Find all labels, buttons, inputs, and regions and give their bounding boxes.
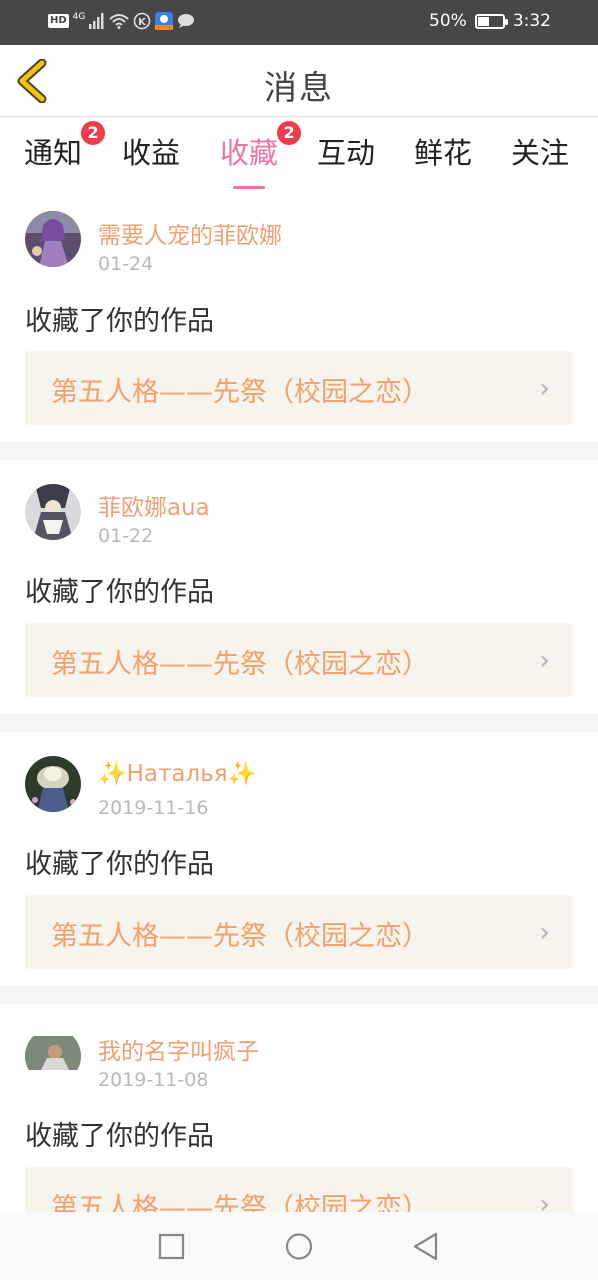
username[interactable]: 需要人宠的菲欧娜 bbox=[98, 216, 282, 250]
header: 消息 bbox=[0, 45, 598, 117]
work-link[interactable]: 第五人格——先祭（校园之恋） › bbox=[25, 623, 573, 697]
action-text: 收藏了你的作品 bbox=[25, 1121, 214, 1152]
k-icon: K bbox=[134, 12, 151, 30]
tab-label: 收藏 bbox=[220, 136, 279, 170]
username[interactable]: 菲欧娜aua bbox=[98, 488, 210, 522]
work-link[interactable]: 第五人格——先祭（校园之恋） › bbox=[25, 1167, 573, 1212]
work-title: 第五人格——先祭（校园之恋） bbox=[51, 377, 429, 408]
signal-icon bbox=[89, 13, 104, 29]
action-text: 收藏了你的作品 bbox=[25, 849, 214, 880]
tab-label: 收益 bbox=[122, 136, 181, 170]
svg-text:K: K bbox=[139, 17, 148, 28]
message-date: 01-24 bbox=[98, 253, 154, 275]
username[interactable]: 我的名字叫疯子 bbox=[98, 1032, 259, 1066]
avatar[interactable] bbox=[25, 211, 81, 267]
tab-follows[interactable]: 关注 bbox=[511, 130, 569, 172]
chevron-right-icon: › bbox=[539, 1189, 550, 1212]
username[interactable]: ✨Наталья✨ bbox=[98, 760, 256, 787]
tab-favorites[interactable]: 收藏 2 bbox=[220, 121, 302, 189]
status-time: 3:32 bbox=[512, 11, 551, 31]
message-card: 菲欧娜aua 01-22 收藏了你的作品 第五人格——先祭（校园之恋） › bbox=[0, 460, 598, 714]
recent-apps-button[interactable] bbox=[154, 1230, 188, 1264]
tab-notifications[interactable]: 通知 2 bbox=[24, 121, 106, 172]
sparkles-icon: ✨ bbox=[98, 761, 127, 787]
work-title: 第五人格——先祭（校园之恋） bbox=[51, 921, 429, 952]
tab-earnings[interactable]: 收益 bbox=[122, 130, 180, 172]
battery-percent: 50% bbox=[429, 11, 467, 31]
work-title: 第五人格——先祭（校园之恋） bbox=[51, 1193, 429, 1212]
work-link[interactable]: 第五人格——先祭（校园之恋） › bbox=[25, 895, 573, 969]
message-date: 2019-11-08 bbox=[98, 1069, 209, 1091]
battery-icon bbox=[474, 13, 508, 29]
tab-label: 互动 bbox=[317, 136, 376, 170]
circle-home-icon bbox=[285, 1233, 313, 1260]
triangle-back-icon bbox=[413, 1232, 438, 1261]
app-notification-icon bbox=[155, 12, 174, 30]
home-button[interactable] bbox=[282, 1230, 316, 1264]
action-text: 收藏了你的作品 bbox=[25, 577, 214, 608]
action-text: 收藏了你的作品 bbox=[25, 306, 214, 337]
username-text: Наталья bbox=[126, 761, 228, 787]
square-recent-icon bbox=[158, 1233, 185, 1260]
tab-label: 鲜花 bbox=[414, 136, 473, 170]
message-date: 01-22 bbox=[98, 525, 154, 547]
tab-label: 关注 bbox=[511, 136, 570, 170]
status-right: 50% 3:32 bbox=[429, 11, 551, 31]
tab-bar: 通知 2 收益 收藏 2 互动 鲜花 关注 bbox=[0, 118, 598, 190]
battery-fill bbox=[477, 16, 489, 26]
chat-bubble-icon bbox=[178, 14, 195, 28]
active-tab-indicator bbox=[233, 186, 265, 189]
message-card: 我的名字叫疯子 2019-11-08 收藏了你的作品 第五人格——先祭（校园之恋… bbox=[0, 1004, 598, 1212]
chevron-right-icon: › bbox=[539, 917, 550, 948]
sparkles-icon: ✨ bbox=[227, 761, 257, 787]
work-link[interactable]: 第五人格——先祭（校园之恋） › bbox=[25, 351, 573, 425]
avatar[interactable] bbox=[25, 756, 81, 812]
avatar[interactable] bbox=[25, 1028, 81, 1084]
system-back-button[interactable] bbox=[409, 1230, 443, 1264]
unread-badge: 2 bbox=[81, 121, 106, 145]
network-type-label: 4G bbox=[72, 11, 86, 22]
unread-badge: 2 bbox=[277, 121, 302, 145]
system-nav-bar bbox=[0, 1212, 598, 1280]
status-bar: HD 4G K 50% 3:32 bbox=[0, 0, 598, 45]
tab-flowers[interactable]: 鲜花 bbox=[414, 130, 472, 172]
hd-badge: HD bbox=[48, 14, 69, 28]
status-left-icons: HD 4G K bbox=[48, 12, 195, 30]
page-title: 消息 bbox=[264, 68, 334, 107]
tab-interactions[interactable]: 互动 bbox=[317, 130, 375, 172]
message-card: ✨Наталья✨ 2019-11-16 收藏了你的作品 第五人格——先祭（校园… bbox=[0, 732, 598, 986]
message-date: 2019-11-16 bbox=[98, 797, 209, 819]
tab-label: 通知 bbox=[24, 136, 83, 170]
work-title: 第五人格——先祭（校园之恋） bbox=[51, 649, 429, 680]
wifi-icon bbox=[109, 14, 130, 29]
chevron-right-icon: › bbox=[539, 373, 550, 404]
avatar[interactable] bbox=[25, 484, 81, 540]
chevron-right-icon: › bbox=[539, 645, 550, 676]
message-card: 需要人宠的菲欧娜 01-24 收藏了你的作品 第五人格——先祭（校园之恋） › bbox=[0, 190, 598, 442]
